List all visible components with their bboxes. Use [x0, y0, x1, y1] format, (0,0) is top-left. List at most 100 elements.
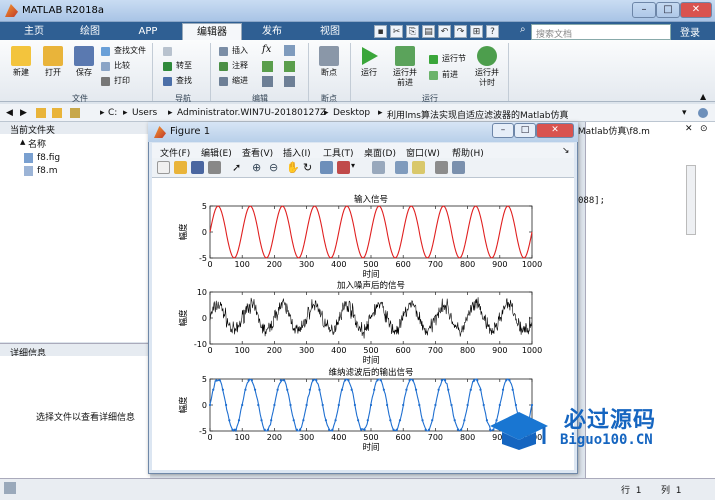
redo-quick-icon[interactable]: ↷ [454, 25, 467, 38]
goto-button[interactable]: 转至 [162, 60, 192, 72]
save-figure-icon[interactable] [191, 161, 204, 174]
print-button[interactable]: 打印 [100, 75, 130, 87]
increase-indent-icon[interactable] [284, 76, 295, 87]
ribbon-separator [210, 43, 211, 101]
save-button[interactable]: 保存 [70, 46, 98, 78]
breadcrumb-desktop[interactable]: Desktop [333, 108, 370, 118]
close-button[interactable]: ✕ [680, 2, 712, 18]
data-cursor-icon[interactable] [320, 161, 333, 174]
data-point [460, 428, 463, 431]
figure-minimize-button[interactable]: – [492, 123, 514, 138]
help-quick-icon[interactable]: ? [486, 25, 499, 38]
y-axis-label: 幅度 [178, 223, 189, 241]
pointer-icon[interactable]: ➚ [232, 161, 245, 174]
data-point [208, 403, 212, 407]
collapse-ribbon-icon[interactable]: ▲ [700, 92, 706, 101]
insert-section-icon[interactable] [284, 45, 295, 56]
fx-icon[interactable]: fx [262, 44, 271, 55]
run-time-button[interactable]: 运行并 计时 [470, 46, 504, 88]
file-item[interactable]: f8.m [37, 166, 58, 176]
find-button[interactable]: 查找 [162, 75, 192, 87]
show-plot-tools-icon[interactable] [452, 161, 465, 174]
insert-button[interactable]: 插入 [218, 45, 248, 57]
print-figure-icon[interactable] [208, 161, 221, 174]
run-section-button[interactable]: 运行节 [428, 53, 466, 65]
new-button[interactable]: 新建 [6, 46, 36, 78]
uncomment-icon[interactable] [284, 61, 295, 72]
run-button[interactable]: 运行 [354, 46, 384, 78]
switch-windows-icon[interactable]: ⊞ [470, 25, 483, 38]
link-plot-icon[interactable] [372, 161, 385, 174]
copy-quick-icon[interactable]: ⎘ [406, 25, 419, 38]
up-folder-icon[interactable] [36, 108, 46, 118]
colorbar-icon[interactable] [395, 161, 408, 174]
group-label-run: 运行 [422, 94, 438, 103]
figure-maximize-button[interactable]: □ [514, 123, 536, 138]
save-quick-icon[interactable]: ▪ [374, 25, 387, 38]
name-column-header[interactable]: 名称 [28, 137, 46, 150]
pan-icon[interactable]: ✋ [286, 161, 300, 174]
breadcrumb-users[interactable]: Users [132, 108, 157, 118]
open-button[interactable]: 打开 [38, 46, 68, 78]
editor-tab[interactable]: ◎Matlab仿真\f8.m [570, 124, 650, 137]
advance-button[interactable]: 前进 [428, 69, 458, 81]
breakpoints-button[interactable]: 断点 [312, 46, 346, 78]
breadcrumb-folder[interactable]: 利用lms算法实现自适应滤波器的Matlab仿真 [387, 108, 569, 121]
search-input[interactable]: 搜索文档 [531, 24, 671, 40]
undo-quick-icon[interactable]: ↶ [438, 25, 451, 38]
login-link[interactable]: 登录 [680, 24, 700, 39]
zoom-out-icon[interactable]: ⊖ [269, 161, 282, 174]
brush-icon[interactable] [337, 161, 350, 174]
zoom-in-icon[interactable]: ⊕ [252, 161, 265, 174]
comment-toggle-icon[interactable] [262, 61, 273, 72]
paste-quick-icon[interactable]: ▤ [422, 25, 435, 38]
rotate-icon[interactable]: ↻ [303, 161, 316, 174]
cut-quick-icon[interactable]: ✂ [390, 25, 403, 38]
status-col: 列 1 [661, 486, 682, 496]
recent-folders-icon[interactable] [70, 108, 80, 118]
tab-editor[interactable]: 编辑器 [182, 23, 242, 40]
back-arrow-icon[interactable]: ◀ [6, 108, 13, 118]
path-separator-icon: ▸ [378, 108, 383, 118]
data-point [276, 388, 279, 391]
compare-button[interactable]: 比较 [100, 60, 130, 72]
data-point [347, 379, 350, 382]
breadcrumb-drive[interactable]: C: [108, 108, 117, 118]
path-dropdown-icon[interactable]: ▾ [682, 108, 687, 118]
find-files-button[interactable]: 查找文件 [100, 45, 146, 57]
data-point [466, 403, 469, 407]
editor-scrollbar[interactable] [686, 165, 696, 235]
browse-folder-icon[interactable] [52, 108, 62, 118]
decrease-indent-icon[interactable] [262, 76, 273, 87]
run-advance-button[interactable]: 运行并 前进 [388, 46, 422, 88]
minimize-button[interactable]: – [632, 2, 656, 18]
tab-apps[interactable]: APP [122, 23, 174, 40]
y-tick-label: -10 [194, 340, 207, 349]
y-tick-label: 0 [202, 228, 207, 237]
breadcrumb-user[interactable]: Administrator.WIN7U-20180127Z [177, 108, 326, 118]
file-item[interactable]: f8.fig [37, 153, 60, 163]
code-line[interactable]: 088]; [578, 196, 605, 206]
x-tick-label: 300 [299, 260, 314, 269]
figure-close-button[interactable]: ✕ [536, 123, 574, 138]
new-figure-icon[interactable] [157, 161, 170, 174]
maximize-button[interactable]: □ [656, 2, 680, 18]
brush-dropdown-icon[interactable]: ▾ [351, 161, 364, 174]
tab-view[interactable]: 视图 [304, 23, 356, 40]
editor-close-icon[interactable]: ✕ [685, 124, 693, 134]
nav-back-button[interactable] [162, 45, 176, 57]
tab-home[interactable]: 主页 [8, 23, 60, 40]
forward-arrow-icon[interactable]: ▶ [20, 108, 27, 118]
x-tick-label: 500 [363, 346, 378, 355]
editor-menu-icon[interactable]: ⊙ [700, 124, 708, 134]
comment-button[interactable]: 注释 [218, 60, 248, 72]
figure-dock-icon[interactable]: ↘ [562, 146, 570, 156]
open-file-icon[interactable] [174, 161, 187, 174]
indent-button[interactable]: 缩进 [218, 75, 248, 87]
hide-plot-tools-icon[interactable] [435, 161, 448, 174]
legend-icon[interactable] [412, 161, 425, 174]
tab-publish[interactable]: 发布 [246, 23, 298, 40]
data-point [340, 388, 344, 391]
search-folder-icon[interactable] [698, 108, 708, 118]
tab-plots[interactable]: 绘图 [64, 23, 116, 40]
